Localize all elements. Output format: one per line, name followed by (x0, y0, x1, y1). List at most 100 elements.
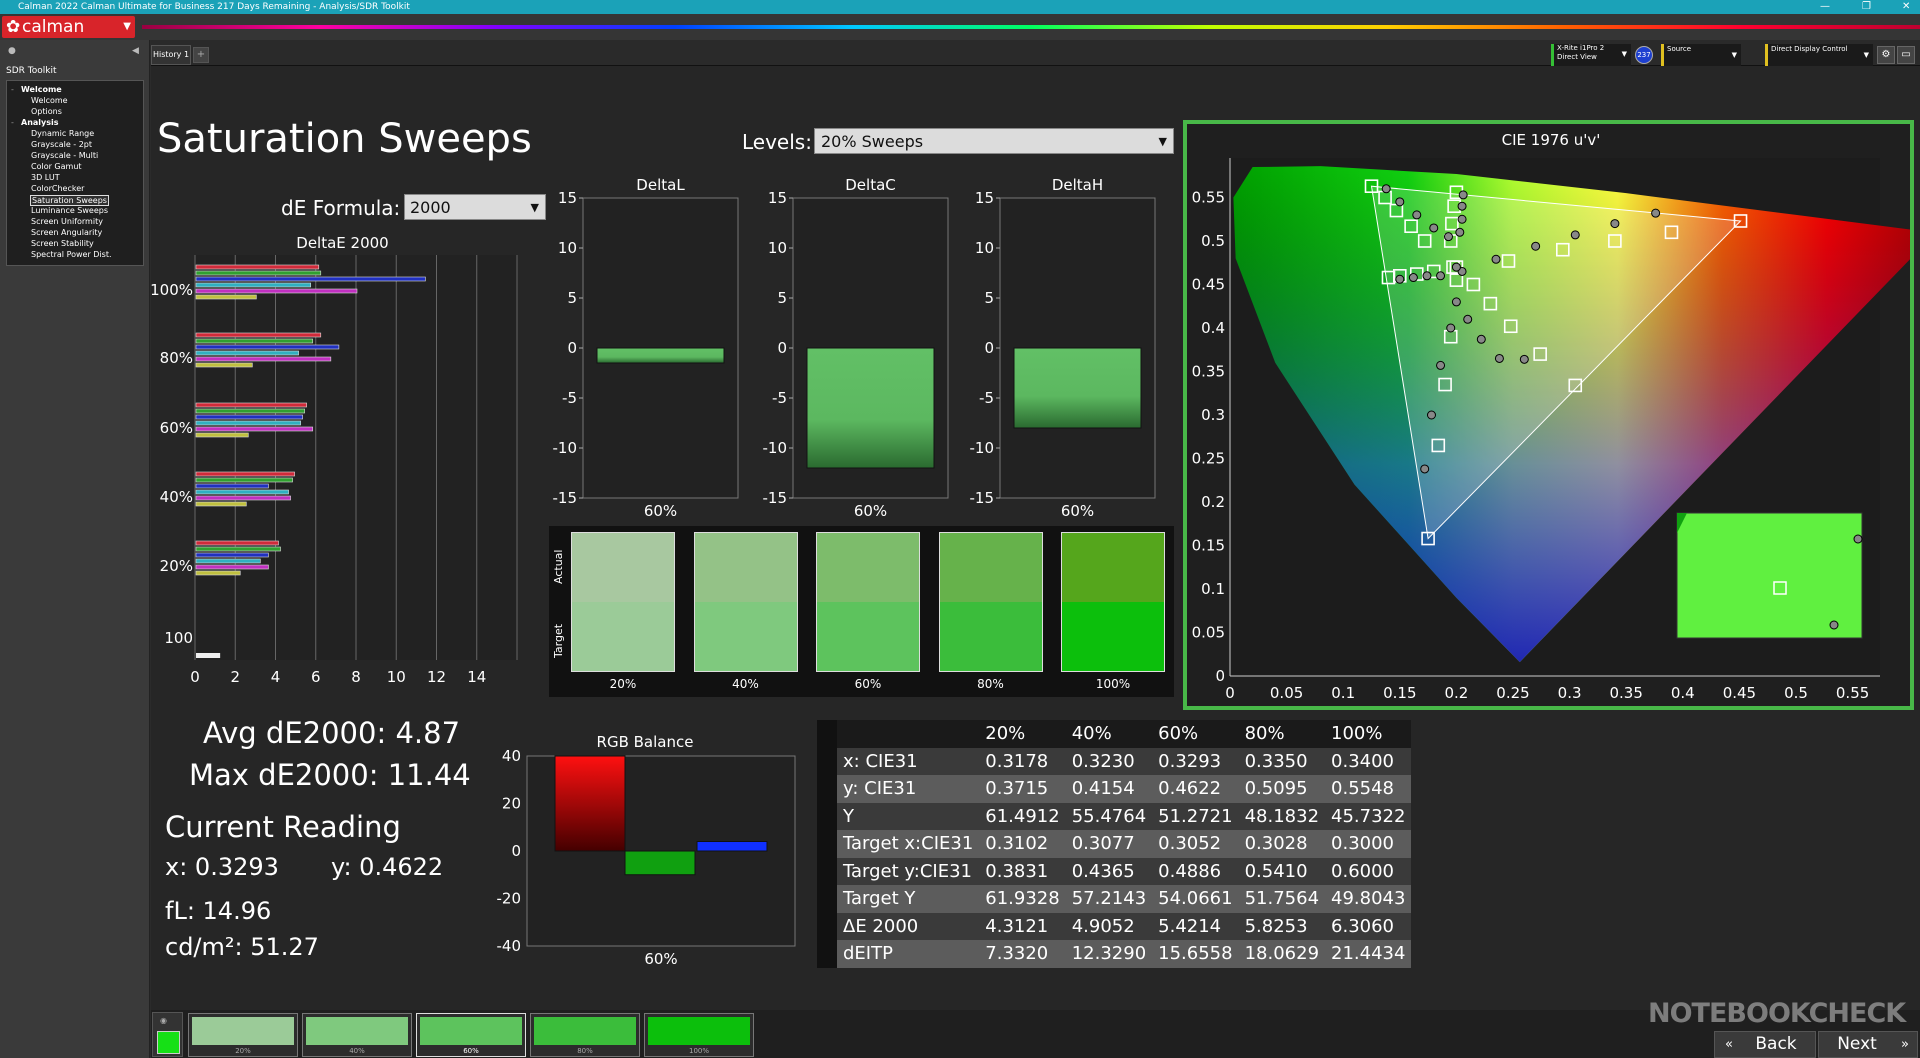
next-button[interactable]: Next » (1818, 1031, 1918, 1058)
results-cell: 6.3060 (1331, 915, 1395, 937)
delta-chart: 15 10 5 0 -5 -10 -15 60% (763, 189, 949, 518)
layout-icon[interactable]: ▭ (1897, 46, 1915, 64)
results-cell: 0.3102 (985, 833, 1049, 855)
maximize-button[interactable]: ❐ (1862, 0, 1871, 14)
deltae-xtick: 14 (467, 668, 486, 686)
tree-item-3d-lut[interactable]: 3D LUT (31, 173, 60, 182)
levels-label: Levels: (742, 130, 812, 154)
cie-measured-point (1395, 197, 1405, 207)
minimize-button[interactable]: — (1820, 0, 1830, 14)
cie-ytick: 0.5 (1201, 232, 1225, 250)
rgb-ytick: -20 (497, 890, 522, 908)
cie-measured-point (1381, 184, 1391, 194)
next-label: Next (1837, 1034, 1877, 1054)
results-row-marker (817, 775, 837, 803)
results-header-row: 20% 40% 60% 80% 100% (817, 720, 1412, 748)
tree-item-screen-stability[interactable]: Screen Stability (31, 239, 94, 248)
swatch-target (572, 602, 674, 671)
thumbnail-item[interactable]: 80% (530, 1013, 640, 1057)
tree-item-options[interactable]: Options (31, 107, 62, 116)
results-cell: 0.5548 (1331, 778, 1395, 800)
cie-xtick: 0.25 (1496, 684, 1529, 702)
deltae-bar (195, 338, 314, 344)
cie-measured-point (1395, 274, 1405, 284)
deltae-bar (195, 564, 269, 570)
tree-item-spectral-power[interactable]: Spectral Power Dist. (31, 250, 112, 259)
delta-ytick: 0 (777, 339, 787, 357)
chevron-down-icon: ▼ (1863, 51, 1869, 59)
gear-icon[interactable]: ● (8, 46, 16, 56)
deltae-bar (195, 489, 289, 495)
cie-measured-point (1494, 353, 1504, 363)
cie-ytick: 0.25 (1192, 450, 1225, 468)
display-selector[interactable]: Direct Display Control ▼ (1765, 44, 1873, 66)
tree-expander-icon[interactable]: - (11, 85, 14, 94)
delta-ytick: -10 (553, 439, 578, 457)
tree-item-dynamic-range[interactable]: Dynamic Range (31, 129, 94, 138)
delta-ytick: 0 (567, 339, 577, 357)
deltae-bar (195, 282, 312, 288)
tree-item-welcome[interactable]: Welcome (31, 96, 68, 105)
tree-item-grayscale-multi[interactable]: Grayscale - Multi (31, 151, 98, 160)
delta-ytick: 15 (975, 189, 994, 207)
chevron-down-icon: ▼ (123, 21, 131, 32)
results-cell: 0.3715 (985, 778, 1049, 800)
add-tab-button[interactable]: + (193, 47, 209, 63)
cie-chart: 0 0.05 0.1 0.15 0.2 0.25 0.3 0.35 0.4 0.45 0.5 0.55… (1192, 158, 1910, 702)
tree-expander-icon[interactable]: - (11, 118, 14, 127)
workflow-title: SDR Toolkit (6, 66, 57, 76)
deltae-bar (196, 653, 221, 658)
thumbnail-label: 80% (577, 1047, 593, 1055)
delta-xlabel: 60% (1061, 502, 1094, 518)
source-selector[interactable]: Source ▼ (1661, 44, 1741, 66)
results-cell: 7.3320 (985, 943, 1049, 965)
thumbnail-swatch (306, 1017, 408, 1045)
eye-icon: ◉ (160, 1016, 167, 1025)
cie-xtick: 0.4 (1671, 684, 1695, 702)
results-cell: 0.4154 (1071, 778, 1135, 800)
deltae-bar (195, 432, 249, 438)
cie-xtick: 0 (1225, 684, 1235, 702)
back-button[interactable]: « Back (1714, 1031, 1816, 1058)
cie-measured-point (1651, 208, 1661, 218)
results-row-marker (817, 830, 837, 858)
cie-measured-point (1446, 323, 1456, 333)
results-row-marker (817, 912, 837, 940)
results-cell: 57.2143 (1071, 888, 1147, 910)
cie-ytick: 0 (1215, 667, 1225, 685)
swatch-target (1062, 602, 1164, 671)
thumbnail-item[interactable]: 100% (644, 1013, 754, 1057)
tree-item-colorchecker[interactable]: ColorChecker (31, 184, 84, 193)
logo-text: calman (22, 17, 85, 37)
thumbnail-item[interactable]: 60% (416, 1013, 526, 1057)
tree-item-color-gamut[interactable]: Color Gamut (31, 162, 82, 171)
thumbnail-item[interactable]: 20% (188, 1013, 298, 1057)
levels-dropdown[interactable]: 20% Sweeps ▼ (814, 128, 1174, 154)
de-formula-dropdown[interactable]: 2000 ▼ (404, 194, 546, 220)
calman-logo-button[interactable]: ✿ calman ▼ (2, 16, 135, 38)
delta-ytick: -15 (763, 489, 788, 507)
bottom-current-swatch[interactable]: ◉ (152, 1012, 183, 1057)
swatch-box (693, 532, 798, 672)
deltae-bar (195, 402, 307, 408)
tree-item-grayscale-2pt[interactable]: Grayscale - 2pt (31, 140, 92, 149)
results-row-label: y: CIE31 (843, 778, 917, 800)
meter-selector[interactable]: X-Rite i1Pro 2 Direct View ▼ (1551, 44, 1631, 66)
thumbnail-item[interactable]: 40% (302, 1013, 412, 1057)
rgb-ytick: 20 (502, 795, 521, 813)
tree-item-luminance-sweeps[interactable]: Luminance Sweeps (31, 206, 108, 215)
tree-item-saturation-sweeps[interactable]: Saturation Sweeps (30, 195, 109, 206)
meter-badge[interactable]: 237 (1635, 46, 1653, 64)
settings-gear-icon[interactable]: ⚙ (1877, 46, 1895, 64)
results-row-marker (817, 885, 837, 913)
collapse-panel-icon[interactable]: ◀ (132, 46, 139, 56)
tree-section-welcome[interactable]: Welcome (21, 85, 62, 94)
tree-section-analysis[interactable]: Analysis (21, 118, 59, 127)
cie-zoom-inset (1676, 512, 1863, 639)
close-button[interactable]: ✕ (1902, 0, 1910, 14)
deltae-bar (195, 495, 291, 501)
tree-item-screen-uniformity[interactable]: Screen Uniformity (31, 217, 103, 226)
tree-item-screen-angularity[interactable]: Screen Angularity (31, 228, 102, 237)
results-row-marker (817, 857, 837, 885)
tab-history-1[interactable]: History 1 (151, 45, 191, 65)
